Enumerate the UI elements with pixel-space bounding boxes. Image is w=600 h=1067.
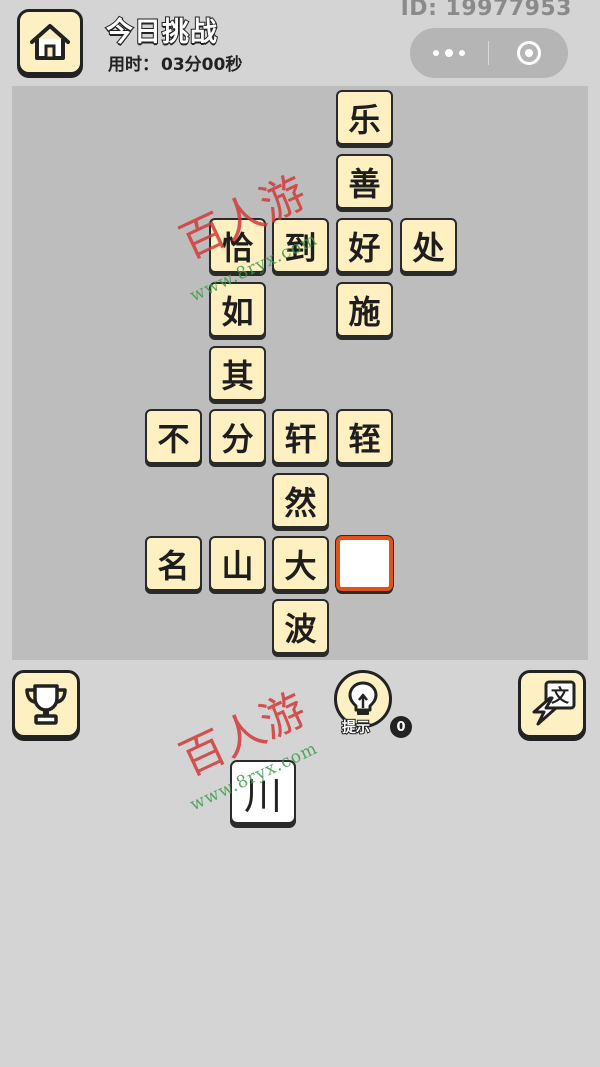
more-button[interactable]: [410, 28, 488, 78]
board-tile[interactable]: 如: [209, 282, 266, 337]
miniprogram-capsule: [410, 28, 568, 78]
board-tile[interactable]: 其: [209, 346, 266, 401]
home-icon: [30, 24, 70, 60]
board-tile[interactable]: 大: [272, 536, 329, 591]
switch-glyph: 文: [551, 685, 570, 707]
board-tile[interactable]: 不: [145, 409, 202, 464]
board-tile[interactable]: 处: [400, 218, 457, 273]
more-dots-icon: [433, 49, 465, 57]
timer-label: 用时：: [108, 55, 159, 75]
board-tile[interactable]: 到: [272, 218, 329, 273]
leaderboard-button[interactable]: [12, 670, 80, 738]
empty-answer-slot[interactable]: [336, 536, 393, 591]
board-tile[interactable]: 名: [145, 536, 202, 591]
hint-button[interactable]: 提示 0: [332, 670, 412, 738]
switch-text-button[interactable]: 文: [518, 670, 586, 738]
board-tile[interactable]: 好: [336, 218, 393, 273]
board-tile[interactable]: 乐: [336, 90, 393, 145]
candidate-tile[interactable]: 川: [230, 760, 296, 824]
board-tile[interactable]: 轾: [336, 409, 393, 464]
trophy-icon: [25, 684, 67, 725]
page-title: 今日挑战: [105, 16, 218, 49]
home-button[interactable]: [17, 9, 83, 75]
user-id: ID: 19977953: [400, 0, 572, 21]
board-tile[interactable]: 恰: [209, 218, 266, 273]
board-tile[interactable]: 波: [272, 599, 329, 654]
board-tile[interactable]: 分: [209, 409, 266, 464]
board-tile[interactable]: 施: [336, 282, 393, 337]
timer: 用时： 03分00秒: [106, 50, 242, 75]
board-tile[interactable]: 山: [209, 536, 266, 591]
board-tile[interactable]: 善: [336, 154, 393, 209]
lightbulb-icon: [348, 681, 378, 715]
top-bar: 今日挑战 用时： 03分00秒 ID: 19977953: [0, 0, 600, 82]
close-miniprogram-button[interactable]: [489, 28, 568, 78]
switch-text-icon: 文: [532, 680, 576, 726]
board-tile[interactable]: 然: [272, 473, 329, 528]
puzzle-board: 乐善恰到好处如 施其不分轩轾然名山大波: [12, 86, 588, 660]
target-close-icon: [516, 41, 541, 65]
hint-count-badge: 0: [390, 716, 412, 738]
hint-label: 提示: [341, 719, 371, 737]
board-tile[interactable]: 轩: [272, 409, 329, 464]
timer-value: 03分00秒: [161, 55, 243, 75]
